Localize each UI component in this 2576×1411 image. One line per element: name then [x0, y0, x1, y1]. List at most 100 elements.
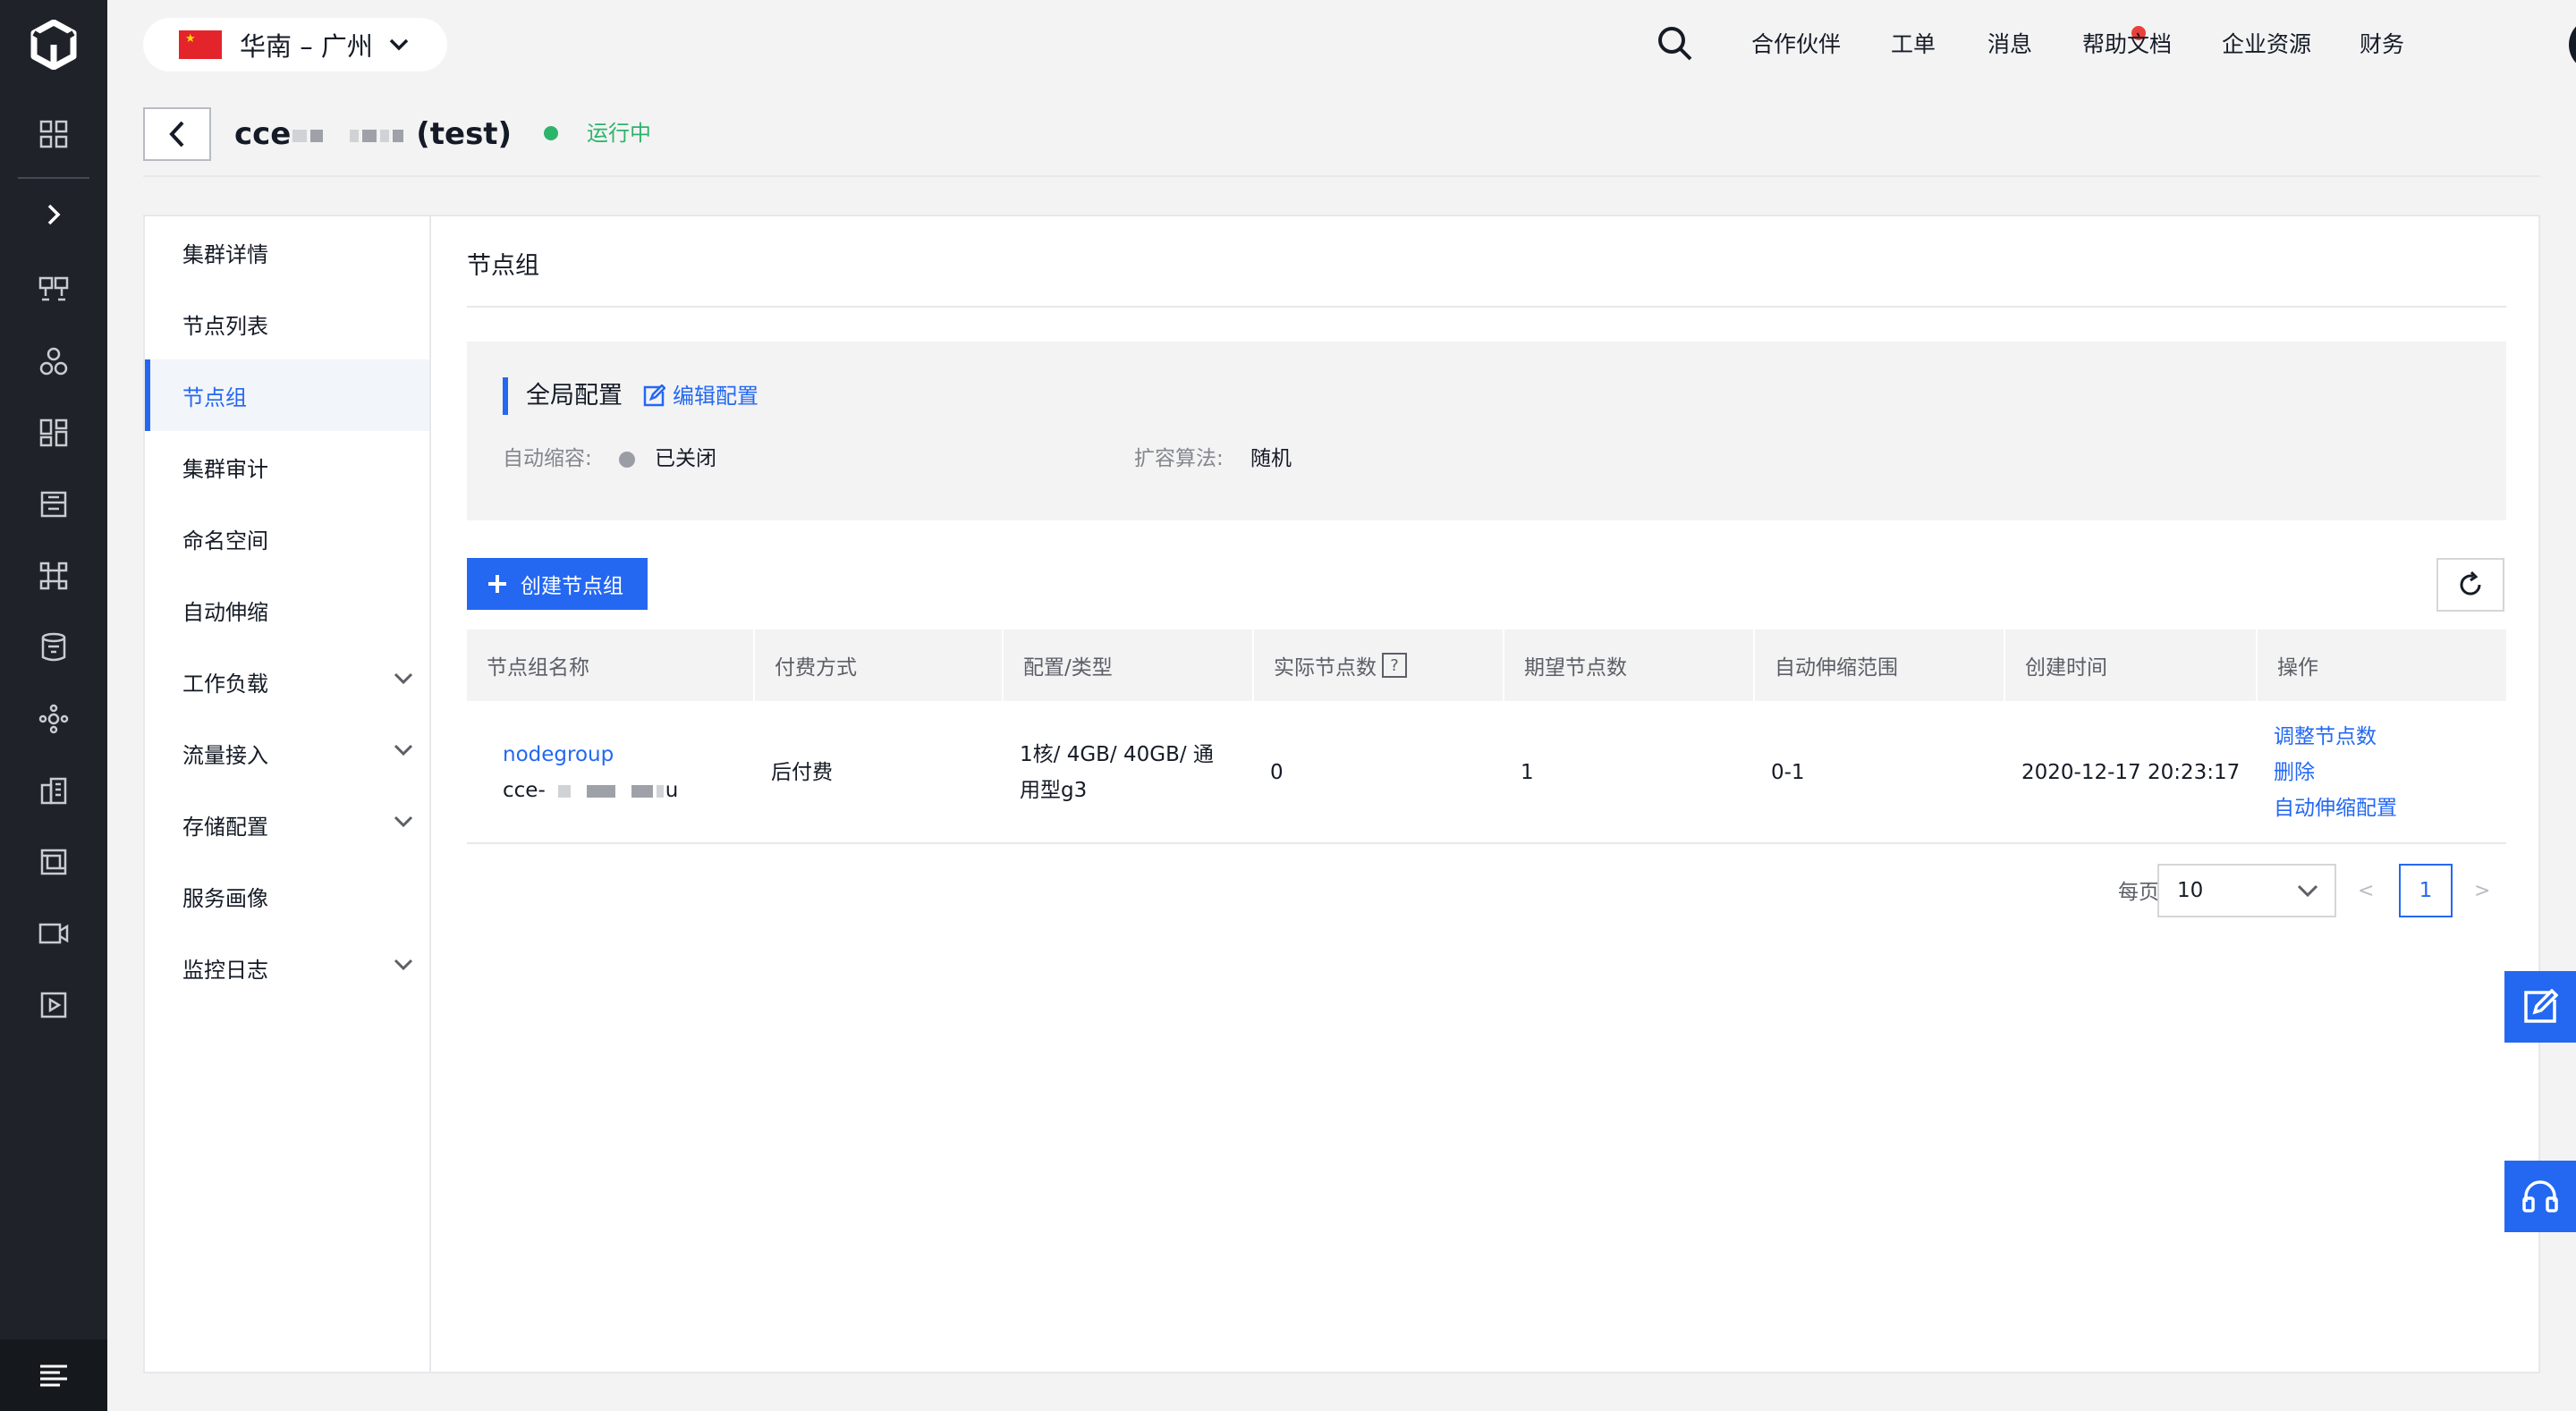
section-title: 节点组: [467, 252, 539, 280]
avatar[interactable]: 哩: [2569, 18, 2576, 72]
subnav-item-namespace[interactable]: 命名空间: [145, 503, 429, 574]
nav-tickets[interactable]: 工单: [1891, 27, 1936, 63]
apps-icon[interactable]: [0, 406, 107, 460]
edit-config-label: 编辑配置: [673, 384, 758, 409]
top-bar: ★ 华南 – 广州 合作伙伴 工单 消息 帮助文档 企业资源 财务 哩: [107, 0, 2576, 89]
adjust-node-count-link[interactable]: 调整节点数: [2274, 719, 2377, 755]
video-icon[interactable]: [0, 907, 107, 960]
status-dot: [619, 452, 635, 468]
storage-icon[interactable]: [0, 477, 107, 531]
chevron-down-icon: [394, 744, 413, 756]
column-header: 自动伸缩范围: [1755, 629, 2005, 701]
column-header: 实际节点数?: [1254, 629, 1504, 701]
autoscale-value: 已关闭: [655, 447, 716, 470]
subnav-item-node-list[interactable]: 节点列表: [145, 288, 429, 359]
config-type-line1: 1核/ 4GB/ 40GB/ 通: [1020, 743, 1214, 766]
subnav-item-workload[interactable]: 工作负载: [145, 646, 429, 717]
subnav-label: 命名空间: [182, 528, 268, 553]
nodes-icon[interactable]: [0, 692, 107, 746]
subnav-label: 节点组: [182, 384, 247, 410]
subnav-label: 集群审计: [182, 456, 268, 482]
refresh-button[interactable]: [2436, 558, 2504, 612]
subnav-label: 集群详情: [182, 241, 268, 267]
subnav-label: 存储配置: [182, 814, 268, 840]
expand-icon[interactable]: [0, 188, 107, 241]
nav-partners[interactable]: 合作伙伴: [1751, 27, 1841, 63]
edit-config-link[interactable]: 编辑配置: [642, 381, 758, 411]
accent-bar: [503, 377, 508, 415]
dashboard-icon[interactable]: [0, 107, 107, 161]
expand-algo-label: 扩容算法:: [1134, 447, 1224, 470]
node-group-name-link[interactable]: nodegroup: [503, 737, 614, 773]
chevron-left-icon: [169, 121, 184, 148]
created-time: 2020-12-17 20:23:17: [2021, 761, 2241, 784]
nav-finance[interactable]: 财务: [2360, 27, 2404, 63]
global-config-title: 全局配置: [526, 382, 623, 410]
autoscale-range: 0-1: [1771, 761, 1805, 784]
cluster-icon[interactable]: [0, 334, 107, 388]
node-group-id: cce-u: [503, 779, 679, 802]
status-dot: [544, 126, 558, 140]
expand-algo-value: 随机: [1250, 447, 1292, 470]
autoscale-label: 自动缩容:: [503, 447, 592, 470]
network-icon[interactable]: [0, 549, 107, 603]
create-node-group-button[interactable]: 创建节点组: [467, 558, 648, 610]
next-page-button[interactable]: >: [2474, 876, 2490, 907]
column-header: 配置/类型: [1004, 629, 1254, 701]
page-number-current[interactable]: 1: [2399, 864, 2453, 917]
customer-service-button[interactable]: [2504, 1161, 2576, 1232]
building-icon[interactable]: [0, 764, 107, 817]
container-icon[interactable]: [0, 835, 107, 889]
database-icon[interactable]: [0, 621, 107, 674]
billing-method: 后付费: [771, 761, 833, 784]
feedback-button[interactable]: [2504, 971, 2576, 1043]
page-title: cce (test): [234, 114, 512, 154]
region-selector[interactable]: ★ 华南 – 广州: [143, 18, 447, 72]
subnav-item-node-group[interactable]: 节点组: [145, 359, 429, 431]
help-icon[interactable]: ?: [1382, 653, 1407, 678]
subnav-label: 服务画像: [182, 885, 268, 911]
refresh-icon: [2460, 570, 2481, 596]
create-label: 创建节点组: [521, 575, 623, 598]
back-button[interactable]: [143, 107, 211, 161]
monitor-icon[interactable]: [0, 263, 107, 317]
subnav-label: 节点列表: [182, 313, 268, 339]
plus-icon: [488, 575, 506, 593]
expected-node-count: 1: [1521, 761, 1534, 784]
delete-link[interactable]: 删除: [2274, 755, 2315, 790]
actual-node-count: 0: [1270, 761, 1284, 784]
prev-page-button[interactable]: <: [2358, 876, 2374, 907]
subnav-label: 工作负载: [182, 671, 268, 697]
chevron-down-icon: [394, 959, 413, 971]
region-label: 华南 – 广州: [240, 31, 373, 62]
chevron-down-icon: [2297, 884, 2318, 898]
play-icon[interactable]: [0, 978, 107, 1032]
subnav-item-cluster-details[interactable]: 集群详情: [145, 216, 429, 288]
column-header: 付费方式: [755, 629, 1004, 701]
subnav-item-service-profile[interactable]: 服务画像: [145, 860, 429, 932]
divider: [467, 306, 2506, 308]
subnav-label: 自动伸缩: [182, 599, 268, 625]
chevron-down-icon: [394, 672, 413, 685]
search-icon[interactable]: [1657, 25, 1694, 63]
cluster-subnav: 集群详情 节点列表 节点组 集群审计 命名空间 自动伸缩 工作负载 流量接入 存…: [145, 216, 431, 1372]
nav-messages[interactable]: 消息: [1987, 27, 2032, 63]
config-type-line2: 用型g3: [1020, 779, 1088, 802]
subnav-item-cluster-audit[interactable]: 集群审计: [145, 431, 429, 503]
column-header: 节点组名称: [467, 629, 755, 701]
subnav-item-storage[interactable]: 存储配置: [145, 789, 429, 860]
chevron-down-icon: [389, 38, 409, 51]
subnav-item-autoscaling[interactable]: 自动伸缩: [145, 574, 429, 646]
nav-help-docs[interactable]: 帮助文档: [2082, 27, 2172, 63]
divider: [143, 175, 2540, 177]
logo-icon[interactable]: [0, 0, 107, 89]
menu-icon[interactable]: [0, 1339, 107, 1411]
headset-icon: [2522, 1180, 2558, 1212]
page-size-value: 10: [2177, 879, 2204, 902]
page-size-select[interactable]: 10: [2157, 864, 2336, 917]
autoscale-config-link[interactable]: 自动伸缩配置: [2274, 790, 2397, 826]
subnav-item-traffic[interactable]: 流量接入: [145, 717, 429, 789]
nav-enterprise[interactable]: 企业资源: [2222, 27, 2311, 63]
edit-icon: [643, 384, 665, 407]
subnav-item-monitoring-logs[interactable]: 监控日志: [145, 932, 429, 1003]
